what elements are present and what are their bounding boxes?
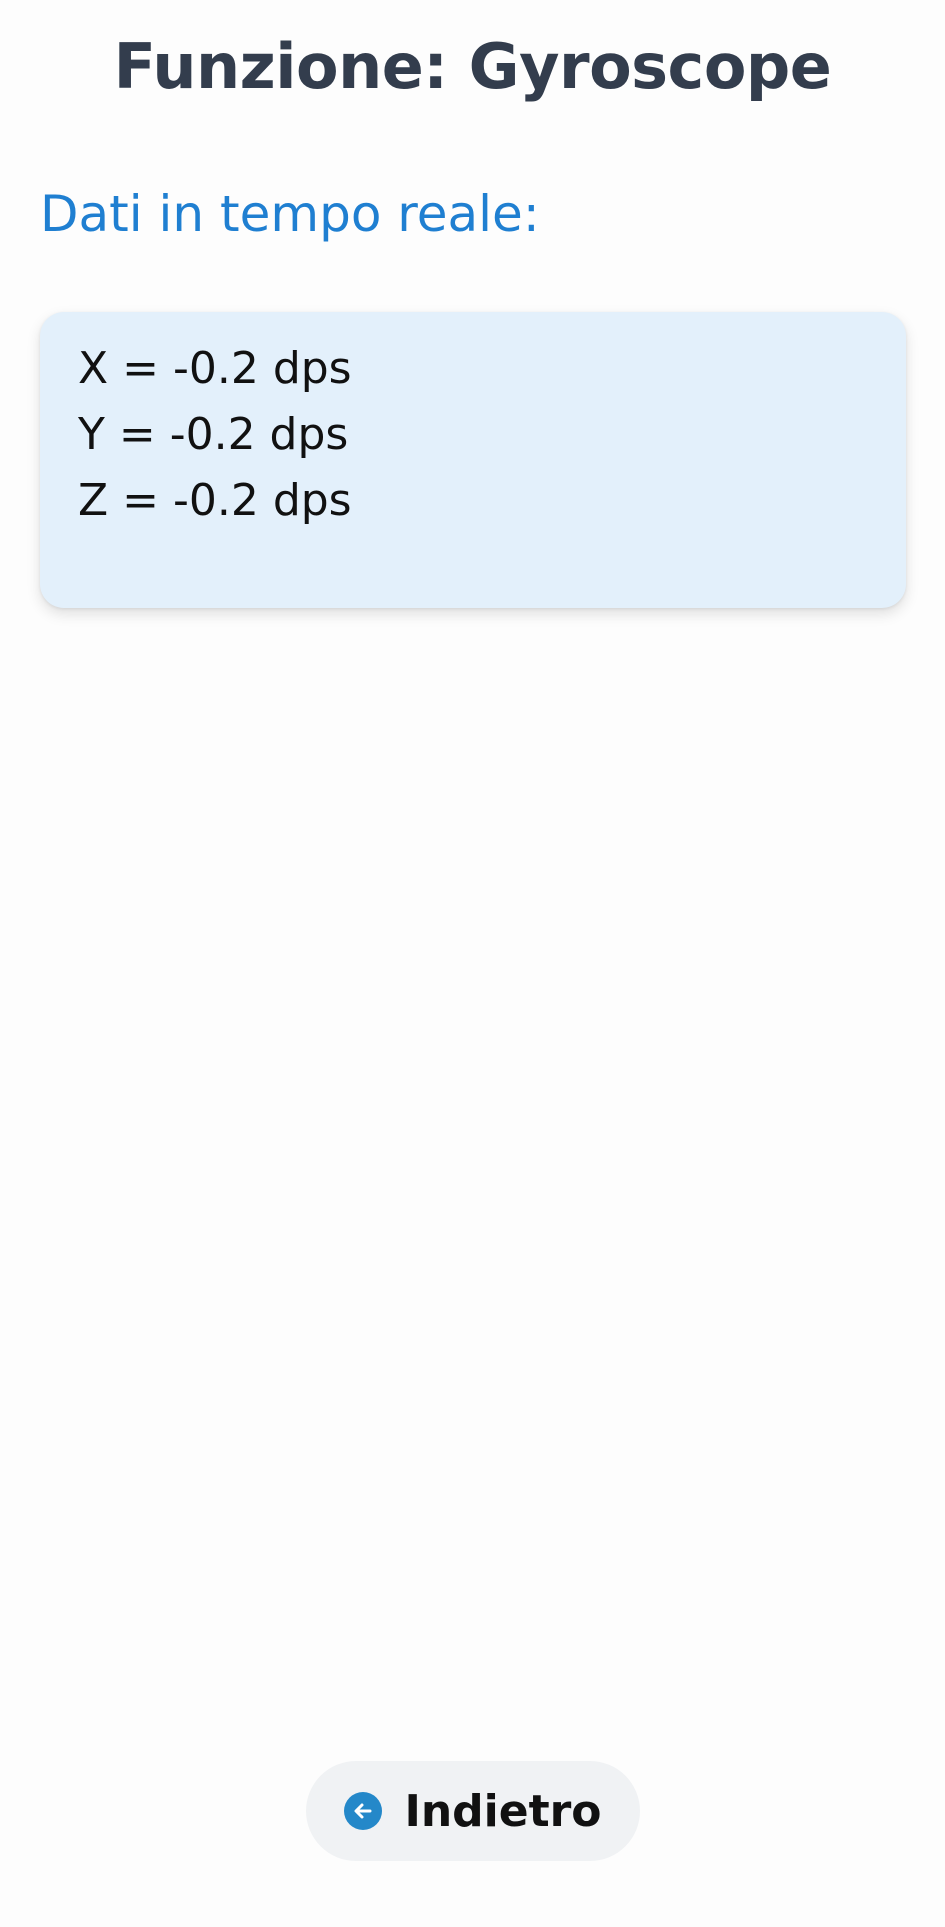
reading-z: Z = -0.2 dps (78, 475, 352, 526)
reading-x: X = -0.2 dps (78, 343, 352, 394)
arrow-left-circle-icon (344, 1792, 383, 1830)
section-label: Dati in tempo reale: (40, 185, 540, 243)
sensor-data-card: X = -0.2 dps Y = -0.2 dps Z = -0.2 dps (40, 312, 906, 608)
back-button[interactable]: Indietro (306, 1761, 640, 1861)
back-button-label: Indietro (404, 1785, 602, 1837)
page-title: Funzione: Gyroscope (113, 30, 832, 103)
reading-y: Y = -0.2 dps (78, 409, 349, 460)
